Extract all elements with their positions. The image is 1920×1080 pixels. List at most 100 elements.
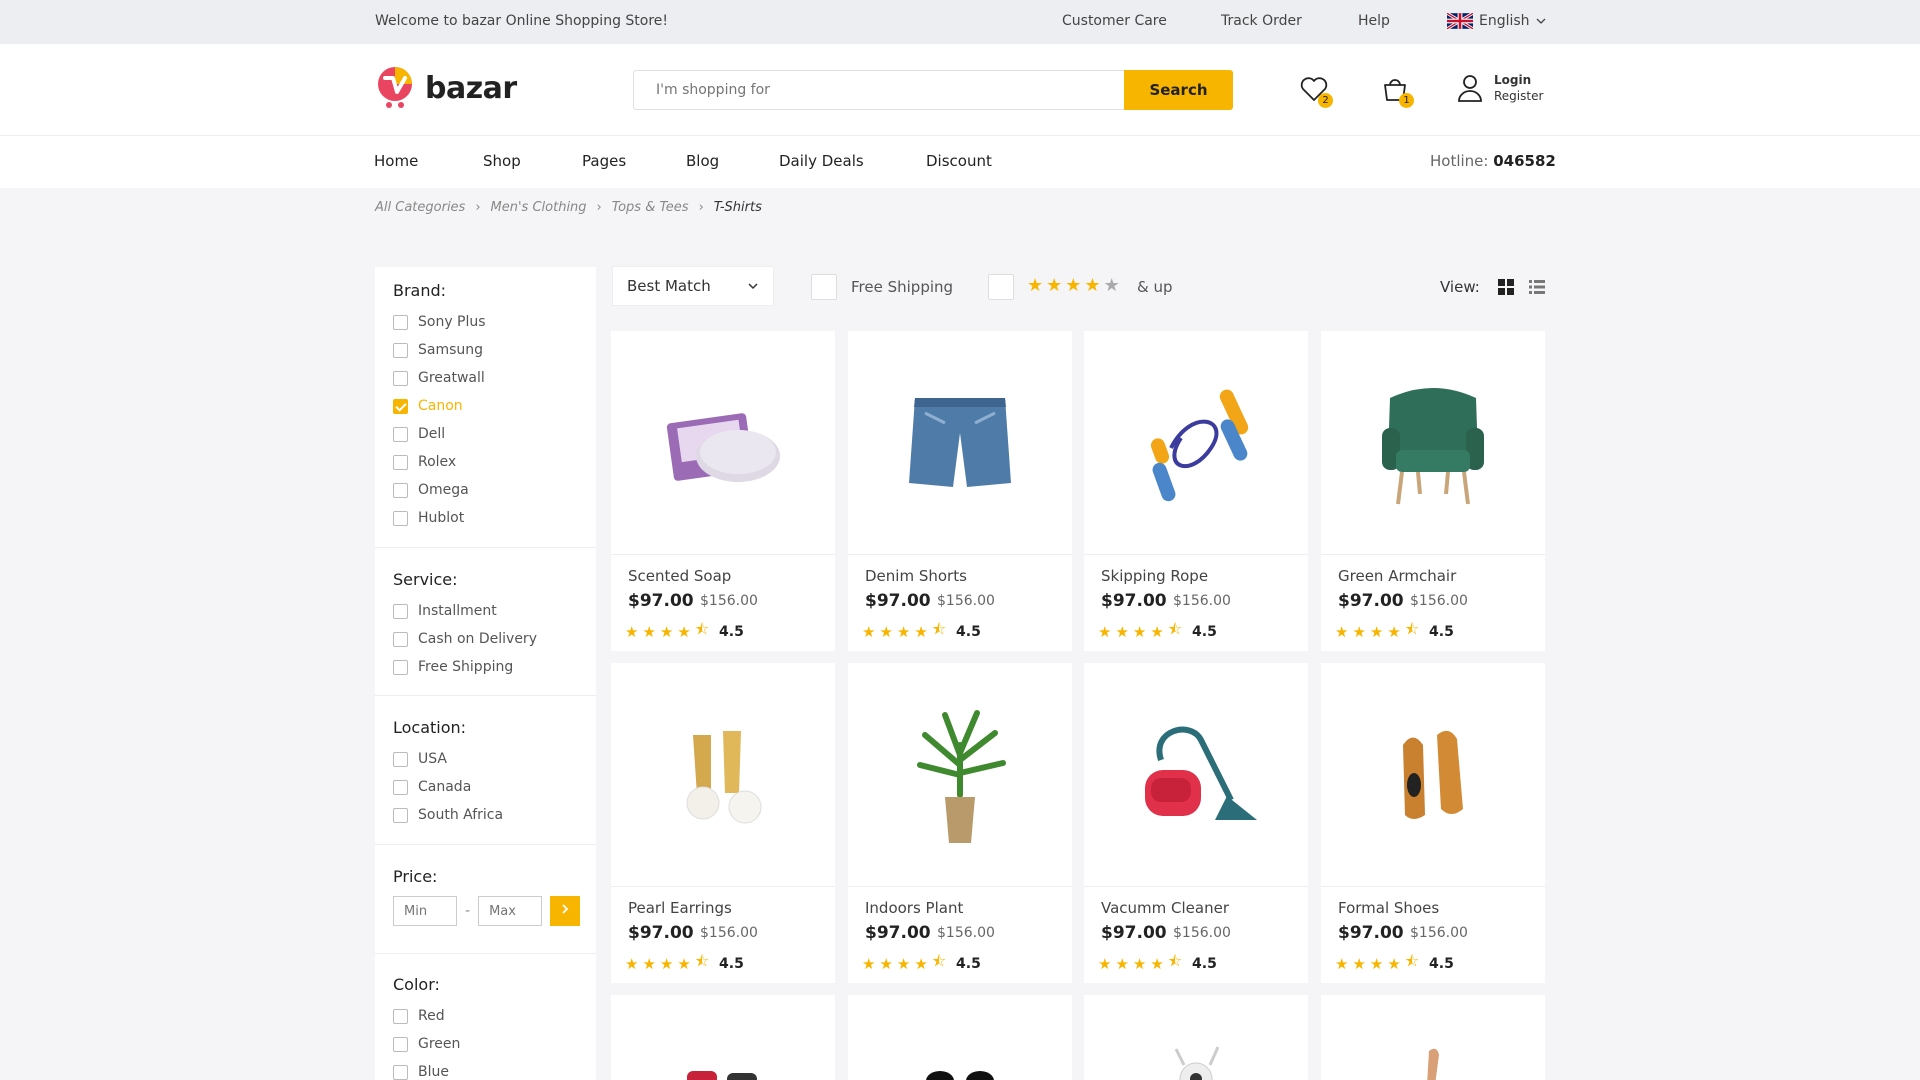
- chevron-right-icon: ›: [698, 200, 704, 215]
- product-card[interactable]: [1321, 995, 1545, 1080]
- checkbox[interactable]: [393, 510, 408, 526]
- product-card[interactable]: Formal Shoes $97.00 $156.00 ★ ★ ★ ★ ⯪ 4.5: [1321, 663, 1545, 983]
- checkbox[interactable]: [393, 482, 408, 498]
- product-name[interactable]: Denim Shorts: [865, 567, 967, 585]
- breadcrumb-all-categories[interactable]: All Categories: [375, 200, 465, 215]
- breadcrumb-mens-clothing[interactable]: Men's Clothing: [491, 200, 587, 215]
- product-name[interactable]: Indoors Plant: [865, 899, 963, 917]
- brand-option[interactable]: Omega: [393, 476, 583, 504]
- star-icon: ★: [914, 954, 928, 973]
- product-card[interactable]: [611, 995, 835, 1080]
- login-link[interactable]: Login: [1494, 72, 1543, 88]
- color-option[interactable]: Green: [393, 1030, 583, 1058]
- nav-pages[interactable]: Pages: [582, 152, 626, 170]
- customer-care-link[interactable]: Customer Care: [1062, 13, 1167, 29]
- product-name[interactable]: Vacumm Cleaner: [1101, 899, 1229, 917]
- rating-filter-checkbox[interactable]: [988, 274, 1014, 300]
- checkbox[interactable]: [393, 751, 408, 767]
- product-image[interactable]: [848, 995, 1072, 1080]
- checkbox[interactable]: [393, 426, 408, 442]
- nav-shop[interactable]: Shop: [483, 152, 521, 170]
- logo[interactable]: bazar: [375, 66, 517, 110]
- checkbox[interactable]: [393, 1036, 408, 1052]
- brand-option[interactable]: Dell: [393, 420, 583, 448]
- search-input[interactable]: [633, 70, 1124, 110]
- armchair-image[interactable]: [1321, 331, 1545, 555]
- checkbox[interactable]: [393, 342, 408, 358]
- color-option[interactable]: Blue: [393, 1058, 583, 1080]
- product-card[interactable]: Indoors Plant $97.00 $156.00 ★ ★ ★ ★ ⯪ 4.5: [848, 663, 1072, 983]
- color-option[interactable]: Red: [393, 1002, 583, 1030]
- nav-discount[interactable]: Discount: [926, 152, 992, 170]
- brand-option[interactable]: Canon: [393, 392, 583, 420]
- price-apply-button[interactable]: [550, 896, 581, 926]
- breadcrumb-tops-tees[interactable]: Tops & Tees: [612, 200, 689, 215]
- shorts-image[interactable]: [848, 331, 1072, 555]
- location-option[interactable]: USA: [393, 745, 583, 773]
- product-card[interactable]: [1084, 995, 1308, 1080]
- register-link[interactable]: Register: [1494, 88, 1543, 104]
- checkbox-checked[interactable]: [393, 398, 408, 414]
- checkbox[interactable]: [393, 454, 408, 470]
- vacuum-image[interactable]: [1084, 663, 1308, 887]
- product-name[interactable]: Pearl Earrings: [628, 899, 732, 917]
- grid-view-icon[interactable]: [1498, 279, 1514, 295]
- product-card[interactable]: Scented Soap $97.00 $156.00 ★ ★ ★ ★ ⯪ 4.5: [611, 331, 835, 651]
- star-icon: ★: [1132, 954, 1147, 973]
- checkbox[interactable]: [393, 370, 408, 386]
- service-option[interactable]: Installment: [393, 597, 583, 625]
- service-option[interactable]: Cash on Delivery: [393, 625, 583, 653]
- service-option[interactable]: Free Shipping: [393, 653, 583, 681]
- shoes-image[interactable]: [1321, 663, 1545, 887]
- wishlist-button[interactable]: 2: [1299, 74, 1333, 108]
- checkbox[interactable]: [393, 1064, 408, 1080]
- product-card[interactable]: Denim Shorts $97.00 $156.00 ★ ★ ★ ★ ⯪ 4.5: [848, 331, 1072, 651]
- product-name[interactable]: Skipping Rope: [1101, 567, 1208, 585]
- rope-image[interactable]: [1084, 331, 1308, 555]
- product-card[interactable]: Skipping Rope $97.00 $156.00 ★ ★ ★ ★ ⯪ 4.5: [1084, 331, 1308, 651]
- product-card[interactable]: [848, 995, 1072, 1080]
- product-card[interactable]: Vacumm Cleaner $97.00 $156.00 ★ ★ ★ ★ ⯪ 4.5: [1084, 663, 1308, 983]
- checkbox[interactable]: [393, 779, 408, 795]
- earrings-image[interactable]: [611, 663, 835, 887]
- language-selector[interactable]: English: [1447, 13, 1546, 29]
- product-image[interactable]: [1321, 995, 1545, 1080]
- track-order-link[interactable]: Track Order: [1221, 13, 1302, 29]
- price-max-input[interactable]: [478, 896, 543, 926]
- help-link[interactable]: Help: [1358, 13, 1390, 29]
- product-card[interactable]: Green Armchair $97.00 $156.00 ★ ★ ★ ★ ⯪ 4.5: [1321, 331, 1545, 651]
- product-name[interactable]: Scented Soap: [628, 567, 731, 585]
- product-image[interactable]: [611, 995, 835, 1080]
- account-menu[interactable]: Login Register: [1456, 72, 1543, 104]
- brand-option[interactable]: Hublot: [393, 504, 583, 532]
- list-view-icon[interactable]: [1529, 279, 1545, 295]
- nav-daily-deals[interactable]: Daily Deals: [779, 152, 864, 170]
- product-card[interactable]: Pearl Earrings $97.00 $156.00 ★ ★ ★ ★ ⯪ 4.5: [611, 663, 835, 983]
- brand-option[interactable]: Samsung: [393, 336, 583, 364]
- location-option[interactable]: Canada: [393, 773, 583, 801]
- price-min-input[interactable]: [393, 896, 457, 926]
- product-image[interactable]: [1084, 995, 1308, 1080]
- plant-image[interactable]: [848, 663, 1072, 887]
- checkbox[interactable]: [393, 807, 408, 823]
- checkbox[interactable]: [393, 659, 408, 675]
- star-icon: ★: [1115, 622, 1129, 641]
- product-name[interactable]: Formal Shoes: [1338, 899, 1439, 917]
- checkbox[interactable]: [393, 603, 408, 619]
- cart-button[interactable]: 1: [1380, 74, 1414, 108]
- checkbox[interactable]: [393, 631, 408, 647]
- checkbox[interactable]: [393, 1008, 408, 1024]
- search-button[interactable]: Search: [1124, 70, 1233, 110]
- checkbox[interactable]: [393, 314, 408, 330]
- soap-image[interactable]: [611, 331, 835, 555]
- brand-option[interactable]: Sony Plus: [393, 308, 583, 336]
- star-icon: ★: [1046, 275, 1063, 296]
- nav-blog[interactable]: Blog: [686, 152, 719, 170]
- free-shipping-checkbox[interactable]: [811, 274, 837, 300]
- nav-home[interactable]: Home: [374, 152, 418, 170]
- location-option[interactable]: South Africa: [393, 801, 583, 829]
- brand-option[interactable]: Rolex: [393, 448, 583, 476]
- sort-dropdown[interactable]: Best Match: [612, 266, 774, 306]
- product-name[interactable]: Green Armchair: [1338, 567, 1456, 585]
- brand-option[interactable]: Greatwall: [393, 364, 583, 392]
